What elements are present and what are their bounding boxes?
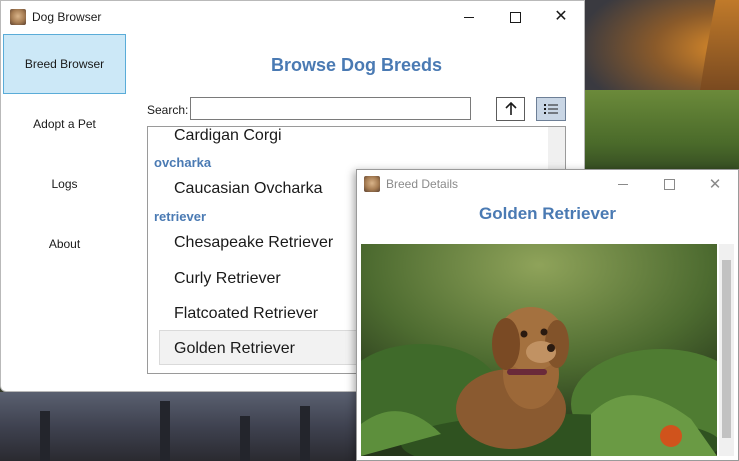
close-icon: ✕ [554,8,568,25]
search-label: Search: [147,103,189,117]
sort-button[interactable] [496,97,525,121]
nav-item-label: Breed Browser [24,57,105,71]
maximize-button[interactable] [646,170,692,198]
dog-app-icon [364,176,380,192]
page-title: Browse Dog Breeds [270,55,443,75]
details-scrollbar[interactable] [719,244,734,456]
golden-retriever-puppy-image [361,244,717,456]
minimize-button[interactable] [600,170,646,198]
desktop-town [0,392,356,461]
group-header: retriever [154,209,207,224]
nav-item-adopt-a-pet[interactable]: Adopt a Pet [3,94,126,154]
nav-item-about[interactable]: About [3,214,126,274]
window-title: Dog Browser [32,10,102,24]
minimize-icon [618,183,628,185]
nav-item-breed-browser[interactable]: Breed Browser [3,34,126,94]
minimize-icon [464,16,474,18]
dog-app-icon [10,9,26,25]
breed-photo [361,244,717,456]
minimize-button[interactable] [446,1,492,33]
list-item[interactable]: Chesapeake Retriever [174,234,333,252]
close-button[interactable]: ✕ [692,170,738,198]
search-input[interactable] [190,97,471,120]
desktop-hill [585,90,739,180]
details-window-title: Breed Details [386,177,459,191]
nav-item-label: Adopt a Pet [33,117,96,131]
nav-item-label: About [48,237,81,251]
list-item[interactable]: Flatcoated Retriever [174,305,318,323]
breed-details-window: Breed Details ✕ Golden Retriever [356,169,739,461]
group-header: ovcharka [154,155,212,170]
maximize-icon [509,11,521,23]
list-view-button[interactable] [536,97,566,121]
maximize-icon [663,178,675,190]
main-titlebar[interactable]: Dog Browser ✕ [1,1,584,33]
breed-name-heading: Golden Retriever [479,204,616,223]
list-item[interactable]: Caucasian Ovcharka [174,180,323,198]
details-titlebar[interactable]: Breed Details ✕ [357,170,738,198]
nav-item-label: Logs [51,177,78,191]
list-item-selected[interactable]: Golden Retriever [174,340,295,358]
list-item[interactable]: Cardigan Corgi [174,127,282,145]
close-button[interactable]: ✕ [538,1,584,33]
sidebar-nav: Breed Browser Adopt a Pet Logs About [3,34,126,274]
arrow-up-icon [504,102,517,115]
list-item[interactable]: Curly Retriever [174,270,281,288]
list-view-icon [544,104,558,114]
close-icon: ✕ [708,176,722,193]
maximize-button[interactable] [492,1,538,33]
nav-item-logs[interactable]: Logs [3,154,126,214]
scrollbar-thumb[interactable] [722,260,731,438]
